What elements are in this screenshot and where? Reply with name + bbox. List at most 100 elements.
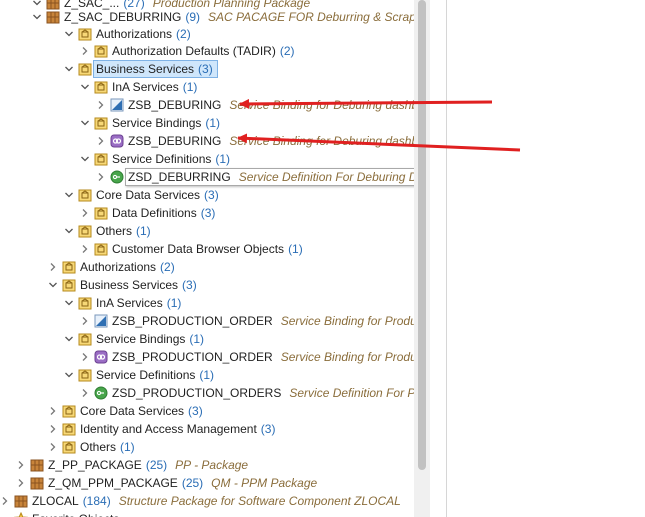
chevron-down-icon[interactable] [64,222,74,240]
project-explorer-tree[interactable]: Z_SAC_... (27) Production Planning Package… [0,0,414,517]
tree-item[interactable]: Data Definitions (3) [0,204,414,222]
tree-item[interactable]: ZSB_PRODUCTION_ORDER Service Binding for … [0,348,414,366]
service-binding-icon [94,350,108,364]
chevron-right-icon[interactable] [80,384,90,402]
tree-item[interactable]: Business Services (3) [0,276,414,294]
tree-item-label-group: Identity and Access Management (3) [80,420,275,438]
tree-item-count: (1) [215,152,231,166]
tree-item[interactable]: Service Bindings (1) [0,330,414,348]
package-icon [30,476,44,490]
tree-item-label-group: ZSB_DEBURING Service Binding for Deburing… [128,96,414,114]
folder-icon [62,404,76,418]
tree-item-label: Authorizations [96,27,173,41]
chevron-right-icon[interactable] [0,492,10,510]
tree-item[interactable]: Z_PP_PACKAGE (25) PP - Package [0,456,414,474]
tree-item[interactable]: Core Data Services (3) [0,402,414,420]
tree-item-description: Service Binding for Production [280,350,414,364]
service-definition-icon [110,170,124,184]
tree-item-label: Business Services [80,278,179,292]
chevron-down-icon[interactable] [32,8,42,26]
folder-icon [78,188,92,202]
tree-item-label-group: Customer Data Browser Objects (1) [112,240,303,258]
package-icon [30,458,44,472]
tree-item-description: Service Definition For Produ [289,386,414,400]
chevron-down-icon[interactable] [64,186,74,204]
tree-item-label-group: ZSB_PRODUCTION_ORDER Service Binding for … [112,312,414,330]
chevron-down-icon[interactable] [64,330,74,348]
chevron-right-icon[interactable] [96,168,106,186]
chevron-right-icon[interactable] [96,132,106,150]
tree-item[interactable]: Z_SAC_DEBURRING (9) SAC PACAGE FOR Deburri… [0,8,414,26]
service-definition-icon [94,386,108,400]
tree-item-count: (1) [199,368,215,382]
tree-item-description: QM - PPM Package [211,476,318,490]
tree-item[interactable]: Authorizations (2) [0,25,414,43]
chevron-right-icon[interactable] [48,420,58,438]
chevron-down-icon[interactable] [64,60,74,78]
chevron-down-icon[interactable] [64,25,74,43]
tree-item[interactable]: ZSD_DEBURRING Service Definition For Debu… [0,168,414,186]
chevron-down-icon[interactable] [64,366,74,384]
chevron-right-icon[interactable] [80,42,90,60]
chevron-down-icon[interactable] [64,294,74,312]
chevron-right-icon[interactable] [80,204,90,222]
chevron-right-icon[interactable] [16,474,26,492]
tree-item-count: (2) [160,260,175,274]
tree-item-label: InA Services [112,80,179,94]
chevron-right-icon[interactable] [48,402,58,420]
tree-item-count: (3) [188,404,203,418]
tree-item-count: (3) [198,62,213,76]
folder-icon [94,80,108,94]
vertical-scrollbar[interactable] [414,0,430,517]
tree-item[interactable]: Authorization Defaults (TADIR) (2) [0,42,414,60]
chevron-right-icon[interactable] [48,438,58,456]
chevron-down-icon[interactable] [48,276,58,294]
tree-item-label-group: Authorizations (2) [80,258,175,276]
tree-item[interactable]: ZSD_PRODUCTION_ORDERS Service Definition … [0,384,414,402]
tree-item[interactable]: Authorizations (2) [0,258,414,276]
tree-item-label: Service Definitions [112,152,212,166]
tree-item-count: (3) [204,188,219,202]
tree-item[interactable]: InA Services (1) [0,294,414,312]
chevron-down-icon[interactable] [80,114,90,132]
tree-item[interactable]: Core Data Services (3) [0,186,414,204]
tree-item[interactable]: Service Definitions (1) [0,366,414,384]
tree-item-count: (3) [200,206,216,220]
tree-item-label-group: InA Services (1) [112,78,197,96]
tree-item[interactable]: ZSB_DEBURING Service Binding for Deburing… [0,132,414,150]
tree-item[interactable]: Identity and Access Management (3) [0,420,414,438]
folder-icon [78,224,92,238]
tree-item-count: (1) [166,296,182,310]
tree-item[interactable]: Z_QM_PPM_PACKAGE (25) QM - PPM Package [0,474,414,492]
tree-item[interactable]: InA Services (1) [0,78,414,96]
chevron-right-icon[interactable] [16,456,26,474]
tree-item-label: ZSB_PRODUCTION_ORDER [112,314,273,328]
chevron-right-icon[interactable] [80,348,90,366]
chevron-right-icon[interactable] [48,258,58,276]
tree-item[interactable]: Service Bindings (1) [0,114,414,132]
chevron-right-icon[interactable] [96,96,106,114]
tree-item[interactable]: Service Definitions (1) [0,150,414,168]
tree-item-label: Favorite Objects [32,512,119,517]
tree-item[interactable]: ZLOCAL (184) Structure Package for Softwar… [0,492,414,510]
tree-item[interactable]: Others (1) [0,222,414,240]
tree-item[interactable]: Business Services (3) [0,60,414,78]
chevron-down-icon[interactable] [80,150,90,168]
tree-item-label-group: Service Definitions (1) [112,150,230,168]
chevron-down-icon[interactable] [80,78,90,96]
tree-item-count: (9) [185,10,201,24]
chevron-right-icon[interactable] [80,312,90,330]
tree-item[interactable]: ZSB_PRODUCTION_ORDER Service Binding for … [0,312,414,330]
scrollbar-thumb[interactable] [418,0,426,470]
tree-item-label: ZSB_PRODUCTION_ORDER [112,350,273,364]
tree-item[interactable]: Others (1) [0,438,414,456]
tree-item[interactable]: ZSB_DEBURING Service Binding for Deburing… [0,96,414,114]
tree-item-count: (1) [288,242,303,256]
chevron-right-icon[interactable] [80,240,90,258]
tree-item-label: Z_PP_PACKAGE [48,458,142,472]
tree-item[interactable]: Favorite Objects [0,510,414,517]
tree-item-label: Authorizations [80,260,157,274]
tree-item[interactable]: Customer Data Browser Objects (1) [0,240,414,258]
tree-item-label-group: Favorite Objects [32,510,119,517]
tree-item-count: (2) [279,44,295,58]
